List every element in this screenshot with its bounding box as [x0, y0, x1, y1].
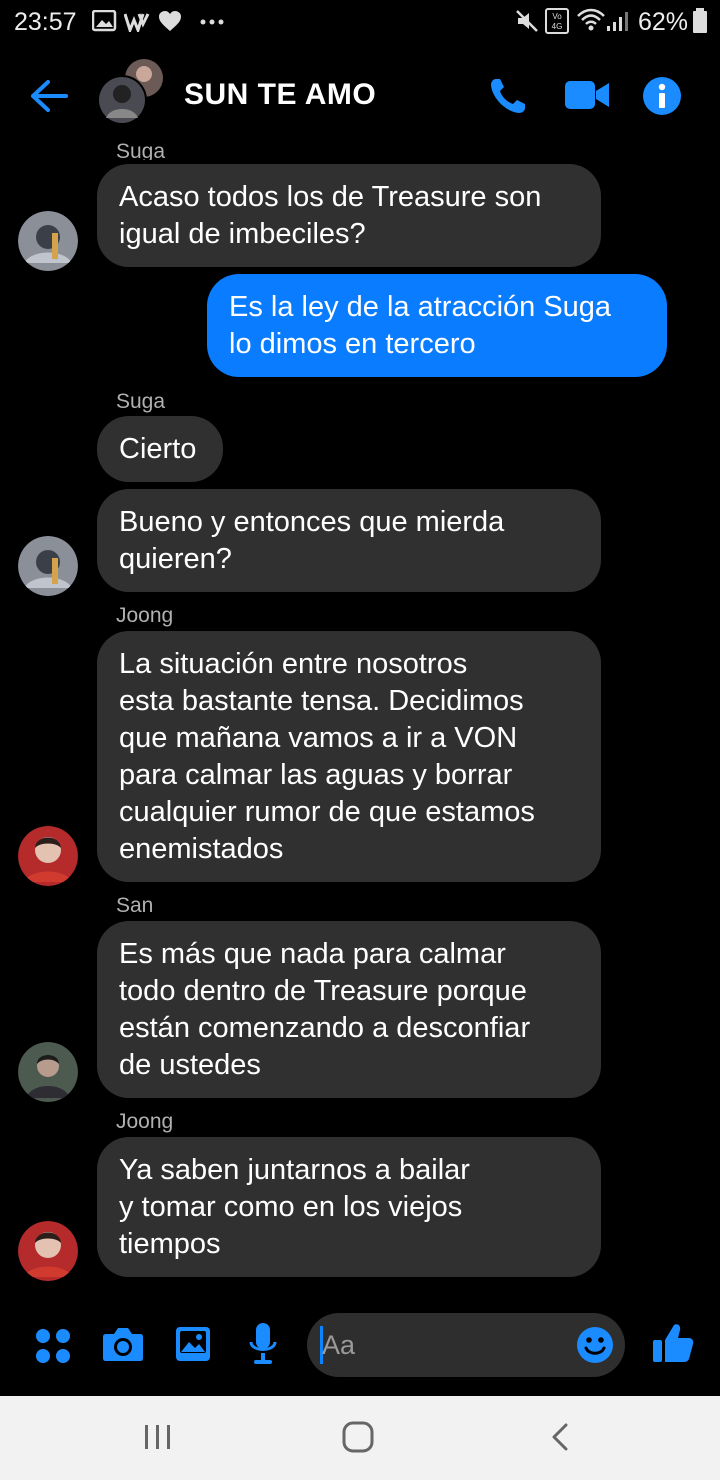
message-line: enemistados: [119, 833, 284, 865]
wifi-icon: [577, 8, 605, 31]
message-line: lo dimos en tercero: [229, 328, 476, 360]
signal-icon: [607, 12, 628, 31]
message-line: Es más que nada para calmar: [119, 938, 506, 970]
message-line: de ustedes: [119, 1049, 261, 1081]
message-line: todo dentro de Treasure porque: [119, 975, 527, 1007]
avatar-suga[interactable]: [18, 211, 78, 271]
phone-call-icon[interactable]: [488, 76, 528, 116]
sender-name: Suga: [116, 140, 166, 160]
message-bubble[interactable]: Es más que nada para calmar todo dentro …: [97, 921, 601, 1098]
chat-title[interactable]: SUN TE AMO: [184, 78, 376, 112]
gallery-notification-icon: [92, 10, 117, 32]
message-line: Bueno y entonces que mierda: [119, 506, 505, 538]
avatar-joong[interactable]: [18, 1221, 78, 1281]
message-input-placeholder: Aa: [322, 1330, 356, 1360]
microphone-icon[interactable]: [248, 1322, 278, 1366]
sender-name: Suga: [116, 390, 166, 413]
battery-icon: [693, 8, 707, 33]
svg-text:4G: 4G: [552, 22, 563, 31]
message-bubble[interactable]: La situación entre nosotros esta bastant…: [97, 631, 601, 882]
recent-apps-icon[interactable]: [144, 1424, 172, 1450]
avatar-san[interactable]: [18, 1042, 78, 1102]
sender-name: San: [116, 894, 154, 917]
heart-notification-icon: [159, 11, 181, 31]
status-time: 23:57: [14, 8, 77, 36]
message-line: están comenzando a desconfiar: [119, 1012, 531, 1044]
message-line: esta bastante tensa. Decidimos: [119, 685, 524, 717]
camera-icon[interactable]: [102, 1326, 144, 1362]
battery-percent: 62%: [637, 8, 688, 36]
message-bubble-outgoing[interactable]: Es la ley de la atracción Suga lo dimos …: [207, 274, 667, 377]
avatar-suga[interactable]: [18, 536, 78, 596]
message-line: Acaso todos los de Treasure son: [119, 181, 542, 213]
message-line: igual de imbeciles?: [119, 218, 366, 250]
mute-icon: [516, 10, 538, 32]
back-arrow-icon[interactable]: [30, 80, 68, 112]
message-line: Es la ley de la atracción Suga: [229, 291, 612, 323]
gallery-icon[interactable]: [175, 1326, 211, 1362]
more-actions-icon[interactable]: [35, 1328, 71, 1364]
emoji-icon[interactable]: [576, 1326, 614, 1364]
svg-text:Vo: Vo: [552, 12, 562, 21]
message-line: La situación entre nosotros: [119, 648, 468, 680]
message-bubble[interactable]: Ya saben juntarnos a bailar y tomar como…: [97, 1137, 601, 1277]
message-line: cualquier rumor de que estamos: [119, 796, 535, 828]
webtoon-notification-icon: [124, 13, 150, 32]
volte-icon: Vo 4G: [545, 8, 569, 34]
message-bubble[interactable]: Acaso todos los de Treasure son igual de…: [97, 164, 601, 267]
video-call-icon[interactable]: [564, 78, 610, 112]
group-avatar-image: [97, 59, 163, 125]
back-icon[interactable]: [550, 1423, 570, 1451]
message-line: Ya saben juntarnos a bailar: [119, 1154, 470, 1186]
status-bar: 23:57 Vo 4G 62%: [0, 0, 720, 44]
group-avatar[interactable]: [97, 58, 170, 130]
message-line: Cierto: [119, 433, 197, 465]
message-line: tiempos: [119, 1228, 221, 1260]
chat-header: SUN TE AMO: [0, 44, 720, 144]
more-notifications-icon: [200, 19, 224, 25]
message-line: y tomar como en los viejos: [119, 1191, 463, 1223]
message-line: para calmar las aguas y borrar: [119, 759, 513, 791]
like-thumb-icon[interactable]: [652, 1322, 694, 1364]
sender-name: Joong: [116, 1110, 174, 1133]
avatar-joong[interactable]: [18, 826, 78, 886]
home-icon[interactable]: [342, 1421, 374, 1453]
sender-name: Joong: [116, 604, 174, 627]
info-icon[interactable]: [642, 76, 682, 116]
message-line: que mañana vamos a ir a VON: [119, 722, 518, 754]
message-bubble[interactable]: Cierto: [97, 416, 223, 482]
message-line: quieren?: [119, 543, 232, 575]
message-bubble[interactable]: Bueno y entonces que mierda quieren?: [97, 489, 601, 592]
